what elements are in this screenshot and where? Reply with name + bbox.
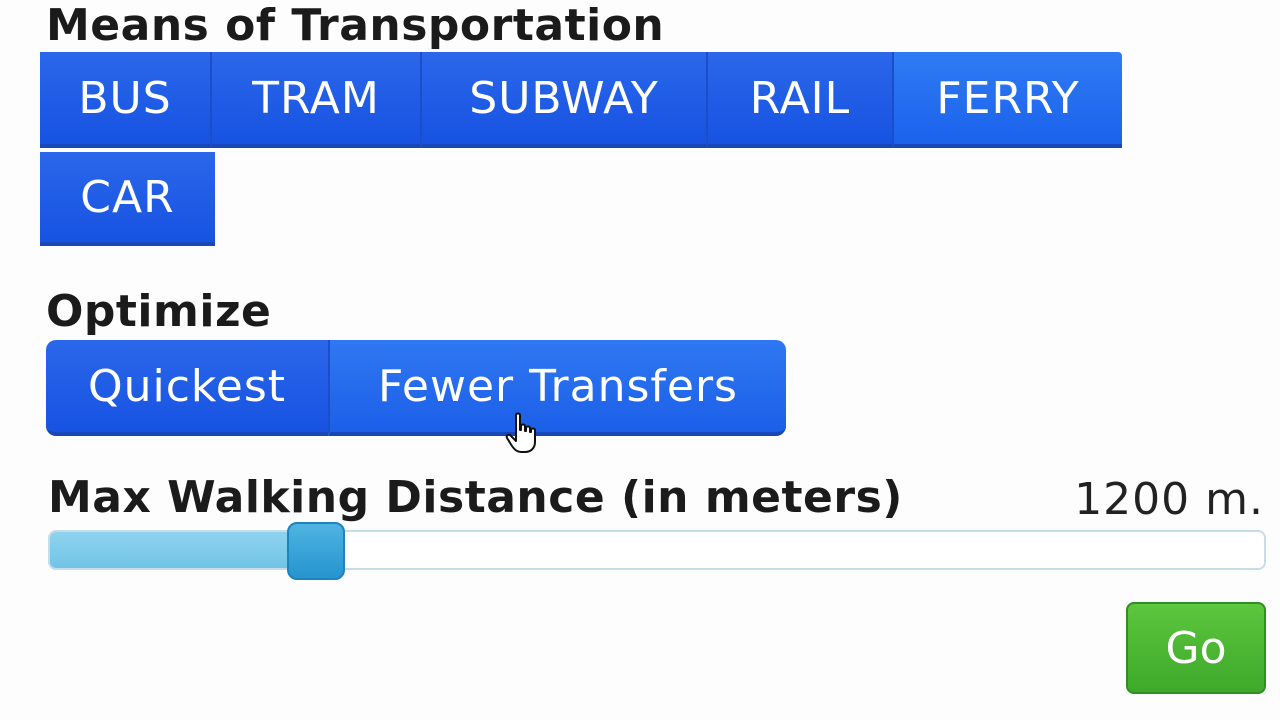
- mode-button-car[interactable]: CAR: [40, 152, 215, 246]
- walking-distance-value: 1200 m.: [1074, 474, 1264, 525]
- go-button[interactable]: Go: [1126, 602, 1266, 694]
- mode-button-ferry[interactable]: FERRY: [894, 52, 1122, 148]
- hand-pointer-icon: [505, 412, 536, 453]
- slider-handle[interactable]: [286, 522, 345, 580]
- mode-button-subway[interactable]: SUBWAY: [422, 52, 708, 148]
- optimize-heading: Optimize: [46, 286, 272, 337]
- mode-button-rail[interactable]: RAIL: [708, 52, 894, 148]
- mode-button-tram[interactable]: TRAM: [212, 52, 422, 148]
- slider-fill: [50, 532, 305, 568]
- walking-distance-heading: Max Walking Distance (in meters): [48, 472, 903, 523]
- transport-heading: Means of Transportation: [46, 0, 665, 51]
- optimize-button-fewer-transfers[interactable]: Fewer Transfers: [328, 340, 786, 436]
- walking-distance-slider[interactable]: [48, 522, 1266, 580]
- optimize-button-quickest[interactable]: Quickest: [46, 340, 328, 436]
- trip-options-panel: Means of Transportation BUS TRAM SUBWAY …: [0, 0, 1280, 720]
- mode-button-bus[interactable]: BUS: [40, 52, 212, 148]
